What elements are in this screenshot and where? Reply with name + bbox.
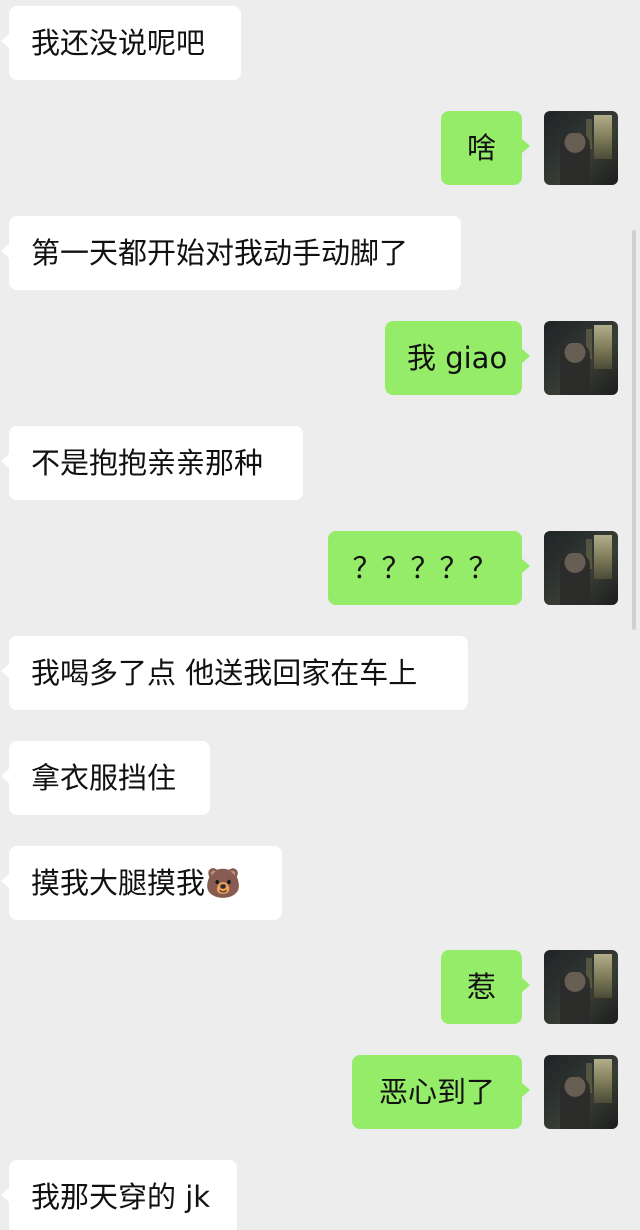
message-bubble[interactable]: 我还没说呢吧 <box>1 6 241 80</box>
message-outgoing: ？？？？？ <box>0 531 640 607</box>
message-bubble[interactable]: 惹 <box>441 950 530 1024</box>
message-incoming: 我那天穿的 jk <box>0 1160 640 1230</box>
message-outgoing: 啥 <box>0 111 640 187</box>
message-bubble[interactable]: 我那天穿的 jk <box>1 1160 237 1230</box>
message-bubble[interactable]: 我 giao <box>385 321 530 395</box>
user-avatar-icon[interactable] <box>544 321 618 395</box>
message-bubble[interactable]: 第一天都开始对我动手动脚了 <box>1 216 461 290</box>
message-bubble[interactable]: 恶心到了 <box>352 1055 530 1129</box>
message-bubble[interactable]: 不是抱抱亲亲那种 <box>1 426 303 500</box>
message-bubble[interactable]: 我喝多了点 他送我回家在车上 <box>1 636 468 710</box>
user-avatar-icon[interactable] <box>544 531 618 605</box>
user-avatar-icon[interactable] <box>544 1055 618 1129</box>
chat-window: 我还没说呢吧 啥 第一天都开始对我动手动脚了 我 giao 不是抱抱亲亲那种 ？… <box>0 0 640 1230</box>
message-bubble[interactable]: 拿衣服挡住 <box>1 741 210 815</box>
message-incoming: 摸我大腿摸我🐻 <box>0 846 640 922</box>
message-incoming: 拿衣服挡住 <box>0 741 640 817</box>
user-avatar-icon[interactable] <box>544 950 618 1024</box>
message-outgoing: 我 giao <box>0 321 640 397</box>
message-outgoing: 恶心到了 <box>0 1055 640 1131</box>
message-incoming: 我喝多了点 他送我回家在车上 <box>0 636 640 712</box>
message-incoming: 第一天都开始对我动手动脚了 <box>0 216 640 292</box>
user-avatar-icon[interactable] <box>544 111 618 185</box>
scrollbar[interactable] <box>632 230 636 630</box>
message-bubble[interactable]: 摸我大腿摸我🐻 <box>1 846 282 920</box>
message-bubble[interactable]: 啥 <box>441 111 530 185</box>
message-incoming: 不是抱抱亲亲那种 <box>0 426 640 502</box>
message-bubble[interactable]: ？？？？？ <box>328 531 530 605</box>
message-outgoing: 惹 <box>0 950 640 1026</box>
message-incoming: 我还没说呢吧 <box>0 6 640 82</box>
